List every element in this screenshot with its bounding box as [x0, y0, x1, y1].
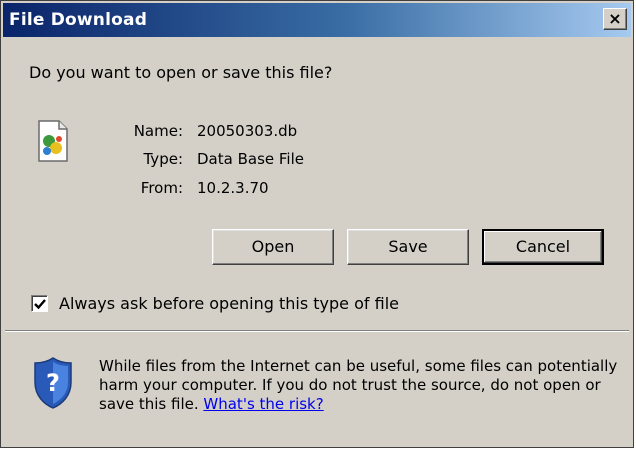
- title-bar[interactable]: File Download ×: [3, 3, 631, 37]
- warning-message: While files from the Internet can be use…: [99, 357, 618, 413]
- always-ask-label[interactable]: Always ask before opening this type of f…: [59, 294, 399, 313]
- file-name-value: 20050303.db: [197, 122, 298, 140]
- file-source-value: 10.2.3.70: [197, 179, 269, 197]
- name-label: Name:: [133, 122, 183, 140]
- type-label: Type:: [143, 150, 183, 168]
- close-button[interactable]: ×: [603, 8, 627, 30]
- svg-text:?: ?: [46, 369, 60, 397]
- separator: [5, 330, 629, 332]
- database-file-icon: [38, 120, 68, 162]
- checkmark-icon: [34, 299, 46, 310]
- whats-the-risk-link[interactable]: What's the risk?: [203, 395, 323, 413]
- cancel-button[interactable]: Cancel: [482, 229, 604, 265]
- file-type-value: Data Base File: [197, 150, 304, 168]
- security-shield-icon: ?: [34, 357, 72, 409]
- from-label: From:: [140, 179, 183, 197]
- open-save-question: Do you want to open or save this file?: [29, 63, 333, 82]
- window-title: File Download: [9, 10, 148, 30]
- save-button[interactable]: Save: [347, 229, 469, 265]
- security-warning-text: While files from the Internet can be use…: [99, 357, 619, 414]
- always-ask-checkbox[interactable]: [31, 295, 48, 312]
- open-button[interactable]: Open: [212, 229, 334, 265]
- file-download-dialog: File Download × Do you want to open or s…: [0, 0, 634, 448]
